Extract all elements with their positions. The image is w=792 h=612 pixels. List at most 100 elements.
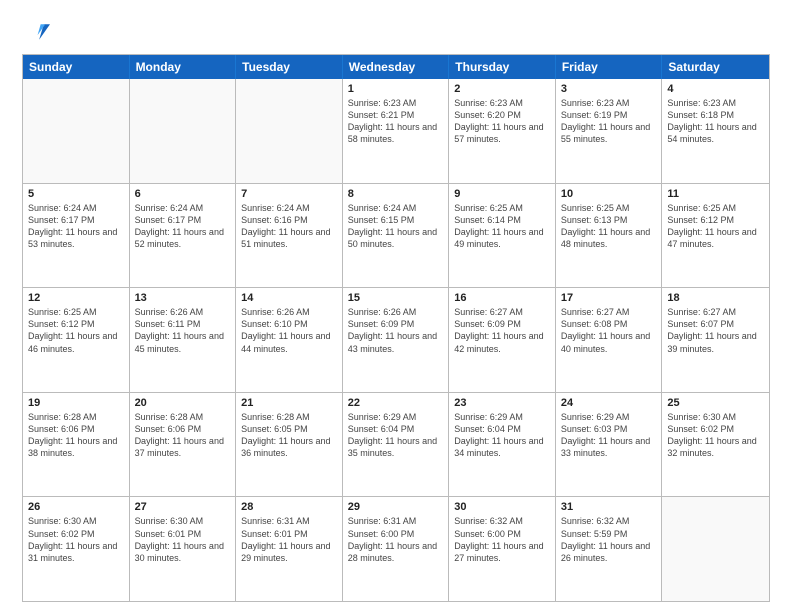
cell-info: Sunrise: 6:29 AMSunset: 6:04 PMDaylight:… [454,411,550,460]
day-number: 29 [348,501,444,513]
day-number: 28 [241,501,337,513]
cell-info: Sunrise: 6:30 AMSunset: 6:01 PMDaylight:… [135,515,231,564]
cell-info: Sunrise: 6:23 AMSunset: 6:21 PMDaylight:… [348,97,444,146]
cell-info: Sunrise: 6:25 AMSunset: 6:13 PMDaylight:… [561,202,657,251]
day-number: 9 [454,188,550,200]
day-cell-13: 13 Sunrise: 6:26 AMSunset: 6:11 PMDayligh… [130,288,237,392]
day-cell-6: 6 Sunrise: 6:24 AMSunset: 6:17 PMDaylight… [130,184,237,288]
cell-info: Sunrise: 6:26 AMSunset: 6:11 PMDaylight:… [135,306,231,355]
day-cell-21: 21Sunrise: 6:28 AMSunset: 6:05 PMDayligh… [236,393,343,497]
week-row-2: 5Sunrise: 6:24 AMSunset: 6:17 PMDaylight… [23,184,769,289]
day-cell-14: 14 Sunrise: 6:26 AMSunset: 6:10 PMDayligh… [236,288,343,392]
logo-icon [22,18,50,46]
header-day-thursday: Thursday [449,55,556,79]
header-day-saturday: Saturday [662,55,769,79]
day-number: 6 [135,188,231,200]
header-day-sunday: Sunday [23,55,130,79]
day-number: 18 [667,292,764,304]
day-number: 7 [241,188,337,200]
page: SundayMondayTuesdayWednesdayThursdayFrid… [0,0,792,612]
day-cell-30: 30 Sunrise: 6:32 AMSunset: 6:00 PMDayligh… [449,497,556,601]
day-number: 19 [28,397,124,409]
day-number: 4 [667,83,764,95]
day-cell-20: 20 Sunrise: 6:28 AMSunset: 6:06 PMDayligh… [130,393,237,497]
day-number: 25 [667,397,764,409]
cell-info: Sunrise: 6:29 AMSunset: 6:04 PMDaylight:… [348,411,444,460]
day-number: 13 [135,292,231,304]
day-number: 30 [454,501,550,513]
cell-info: Sunrise: 6:28 AMSunset: 6:06 PMDaylight:… [28,411,124,460]
logo [22,18,54,46]
day-number: 3 [561,83,657,95]
day-number: 26 [28,501,124,513]
day-cell-3: 3 Sunrise: 6:23 AMSunset: 6:19 PMDaylight… [556,79,663,183]
cell-info: Sunrise: 6:25 AMSunset: 6:14 PMDaylight:… [454,202,550,251]
cell-info: Sunrise: 6:32 AMSunset: 6:00 PMDaylight:… [454,515,550,564]
day-cell-17: 17Sunrise: 6:27 AMSunset: 6:08 PMDayligh… [556,288,663,392]
day-cell-9: 9 Sunrise: 6:25 AMSunset: 6:14 PMDaylight… [449,184,556,288]
day-number: 14 [241,292,337,304]
day-cell-25: 25 Sunrise: 6:30 AMSunset: 6:02 PMDayligh… [662,393,769,497]
day-cell-27: 27 Sunrise: 6:30 AMSunset: 6:01 PMDayligh… [130,497,237,601]
week-row-5: 26Sunrise: 6:30 AMSunset: 6:02 PMDayligh… [23,497,769,601]
day-number: 15 [348,292,444,304]
day-cell-26: 26Sunrise: 6:30 AMSunset: 6:02 PMDayligh… [23,497,130,601]
calendar-body: 1 Sunrise: 6:23 AMSunset: 6:21 PMDaylight… [23,79,769,601]
cell-info: Sunrise: 6:31 AMSunset: 6:01 PMDaylight:… [241,515,337,564]
day-number: 24 [561,397,657,409]
cell-info: Sunrise: 6:23 AMSunset: 6:19 PMDaylight:… [561,97,657,146]
day-number: 27 [135,501,231,513]
header-day-wednesday: Wednesday [343,55,450,79]
week-row-1: 1 Sunrise: 6:23 AMSunset: 6:21 PMDaylight… [23,79,769,184]
day-number: 22 [348,397,444,409]
day-number: 16 [454,292,550,304]
cell-info: Sunrise: 6:24 AMSunset: 6:17 PMDaylight:… [28,202,124,251]
day-cell-4: 4Sunrise: 6:23 AMSunset: 6:18 PMDaylight… [662,79,769,183]
empty-cell [130,79,237,183]
header-day-tuesday: Tuesday [236,55,343,79]
calendar: SundayMondayTuesdayWednesdayThursdayFrid… [22,54,770,602]
day-cell-11: 11Sunrise: 6:25 AMSunset: 6:12 PMDayligh… [662,184,769,288]
day-cell-24: 24 Sunrise: 6:29 AMSunset: 6:03 PMDayligh… [556,393,663,497]
calendar-header: SundayMondayTuesdayWednesdayThursdayFrid… [23,55,769,79]
header-day-friday: Friday [556,55,663,79]
day-cell-12: 12 Sunrise: 6:25 AMSunset: 6:12 PMDayligh… [23,288,130,392]
day-number: 23 [454,397,550,409]
day-cell-2: 2Sunrise: 6:23 AMSunset: 6:20 PMDaylight… [449,79,556,183]
day-cell-16: 16 Sunrise: 6:27 AMSunset: 6:09 PMDayligh… [449,288,556,392]
day-cell-19: 19 Sunrise: 6:28 AMSunset: 6:06 PMDayligh… [23,393,130,497]
day-number: 12 [28,292,124,304]
cell-info: Sunrise: 6:30 AMSunset: 6:02 PMDaylight:… [667,411,764,460]
week-row-4: 19 Sunrise: 6:28 AMSunset: 6:06 PMDayligh… [23,393,769,498]
cell-info: Sunrise: 6:28 AMSunset: 6:06 PMDaylight:… [135,411,231,460]
day-number: 10 [561,188,657,200]
day-number: 31 [561,501,657,513]
day-number: 8 [348,188,444,200]
day-cell-28: 28 Sunrise: 6:31 AMSunset: 6:01 PMDayligh… [236,497,343,601]
day-number: 20 [135,397,231,409]
day-number: 2 [454,83,550,95]
day-cell-7: 7 Sunrise: 6:24 AMSunset: 6:16 PMDaylight… [236,184,343,288]
cell-info: Sunrise: 6:31 AMSunset: 6:00 PMDaylight:… [348,515,444,564]
cell-info: Sunrise: 6:25 AMSunset: 6:12 PMDaylight:… [28,306,124,355]
cell-info: Sunrise: 6:27 AMSunset: 6:09 PMDaylight:… [454,306,550,355]
cell-info: Sunrise: 6:24 AMSunset: 6:17 PMDaylight:… [135,202,231,251]
day-cell-1: 1 Sunrise: 6:23 AMSunset: 6:21 PMDaylight… [343,79,450,183]
day-cell-31: 31Sunrise: 6:32 AMSunset: 5:59 PMDayligh… [556,497,663,601]
cell-info: Sunrise: 6:27 AMSunset: 6:07 PMDaylight:… [667,306,764,355]
cell-info: Sunrise: 6:26 AMSunset: 6:10 PMDaylight:… [241,306,337,355]
header-day-monday: Monday [130,55,237,79]
day-cell-10: 10 Sunrise: 6:25 AMSunset: 6:13 PMDayligh… [556,184,663,288]
day-number: 1 [348,83,444,95]
empty-cell [662,497,769,601]
cell-info: Sunrise: 6:24 AMSunset: 6:16 PMDaylight:… [241,202,337,251]
cell-info: Sunrise: 6:29 AMSunset: 6:03 PMDaylight:… [561,411,657,460]
day-number: 11 [667,188,764,200]
day-cell-8: 8 Sunrise: 6:24 AMSunset: 6:15 PMDaylight… [343,184,450,288]
empty-cell [23,79,130,183]
cell-info: Sunrise: 6:28 AMSunset: 6:05 PMDaylight:… [241,411,337,460]
day-number: 17 [561,292,657,304]
cell-info: Sunrise: 6:24 AMSunset: 6:15 PMDaylight:… [348,202,444,251]
header [22,18,770,46]
cell-info: Sunrise: 6:26 AMSunset: 6:09 PMDaylight:… [348,306,444,355]
